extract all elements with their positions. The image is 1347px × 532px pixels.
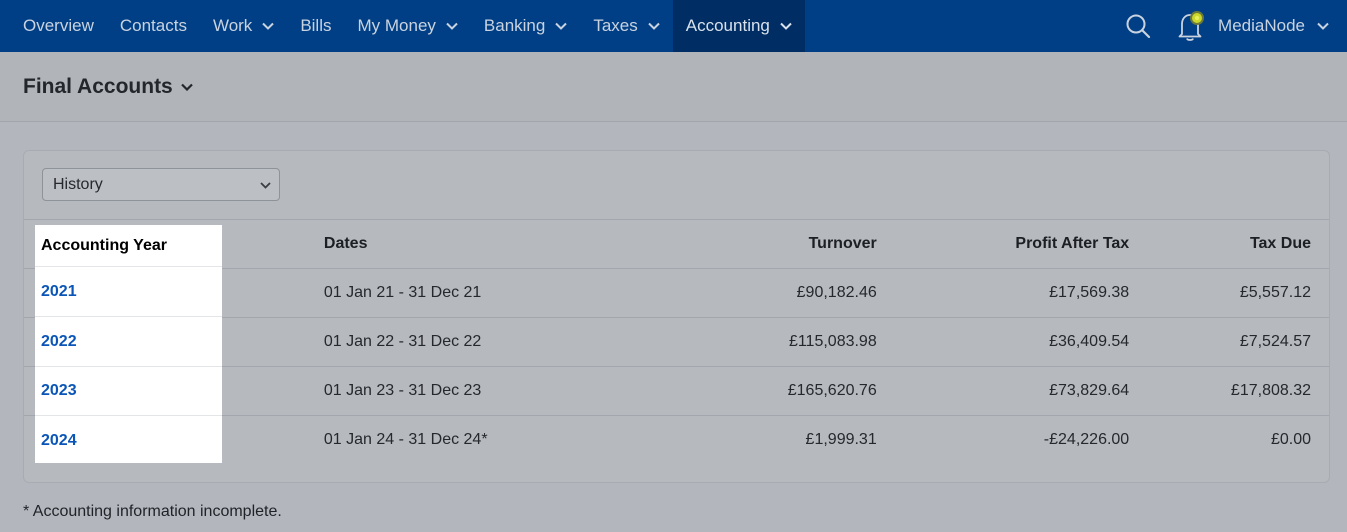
history-select-value: History [53, 175, 103, 193]
nav-item-label: Banking [483, 16, 546, 35]
column-header-dates: Dates [323, 234, 368, 252]
nav-item-my-money[interactable]: My Money [344, 0, 470, 52]
profit-cell: £36,409.54 [876, 316, 1130, 366]
turnover-cell: £165,620.76 [675, 365, 877, 415]
nav-item-contacts[interactable]: Contacts [107, 0, 200, 52]
chevron-down-icon [260, 176, 271, 194]
year-link-2021[interactable]: 2021 [41, 283, 77, 301]
page-title-label: Final Accounts [23, 74, 173, 98]
column-header-turnover: Turnover [808, 234, 877, 252]
highlight-row: 2022 [35, 318, 222, 367]
chevron-down-icon [648, 22, 660, 30]
profit-cell: £17,569.38 [876, 267, 1130, 317]
top-nav: Overview Contacts Work Bills My Money Ba… [0, 0, 1347, 52]
footnote: * Accounting information incomplete. [23, 503, 282, 520]
nav-item-label: Contacts [119, 16, 187, 35]
turnover-cell: £1,999.31 [675, 414, 877, 464]
tax-cell: £7,524.57 [1129, 316, 1329, 366]
nav-item-overview[interactable]: Overview [0, 0, 107, 52]
profit-cell: -£24,226.00 [876, 414, 1130, 464]
nav-item-banking[interactable]: Banking [471, 0, 580, 52]
nav-item-taxes[interactable]: Taxes [580, 0, 672, 52]
dates-cell: 01 Jan 21 - 31 Dec 21 [306, 267, 676, 317]
highlight-header: Accounting Year [35, 225, 222, 267]
year-link-2022[interactable]: 2022 [41, 333, 77, 351]
nav-item-label: My Money [357, 16, 436, 35]
chevron-down-icon [780, 22, 792, 30]
nav-item-label: Bills [300, 16, 332, 35]
nav-item-bills[interactable]: Bills [287, 0, 344, 52]
tax-cell: £5,557.12 [1129, 267, 1329, 317]
nav-item-label: Accounting [685, 16, 770, 35]
tax-cell: £17,808.32 [1129, 365, 1329, 415]
chevron-down-icon [555, 22, 568, 30]
nav-right: MediaNode [1124, 0, 1347, 52]
page-header: Final Accounts [0, 52, 1347, 122]
dates-cell: 01 Jan 22 - 31 Dec 22 [306, 316, 676, 366]
nav-item-label: Taxes [593, 16, 638, 35]
highlight-row: 2023 [35, 367, 222, 416]
nav-item-label: Work [212, 16, 253, 35]
dates-cell: 01 Jan 24 - 31 Dec 24* [306, 414, 676, 464]
user-name: MediaNode [1218, 16, 1305, 35]
nav-item-accounting[interactable]: Accounting [672, 0, 805, 52]
profit-cell: £73,829.64 [876, 365, 1130, 415]
nav-item-work[interactable]: Work [200, 0, 287, 52]
year-link-2024[interactable]: 2024 [41, 432, 77, 450]
column-header-tax: Tax Due [1249, 234, 1311, 252]
search-icon[interactable] [1124, 12, 1152, 40]
history-select[interactable]: History [42, 168, 280, 201]
turnover-cell: £90,182.46 [675, 267, 877, 317]
nav-item-label: Overview [23, 16, 94, 35]
turnover-cell: £115,083.98 [675, 316, 877, 366]
dates-cell: 01 Jan 23 - 31 Dec 23 [306, 365, 676, 415]
column-header-profit: Profit After Tax [1015, 234, 1130, 252]
chevron-down-icon [446, 22, 458, 30]
tax-cell: £0.00 [1129, 414, 1329, 464]
chevron-down-icon [262, 22, 275, 30]
chevron-down-icon [1317, 22, 1329, 30]
chevron-down-icon [180, 83, 193, 91]
page-title[interactable]: Final Accounts [23, 75, 193, 99]
bell-icon[interactable] [1176, 9, 1206, 43]
highlight-row: 2021 [35, 268, 222, 317]
year-column-highlight: Accounting Year 2021 2022 2023 2024 [35, 225, 222, 463]
highlight-row: 2024 [35, 416, 222, 465]
user-menu[interactable]: MediaNode [1218, 16, 1347, 36]
year-link-2023[interactable]: 2023 [41, 382, 77, 400]
